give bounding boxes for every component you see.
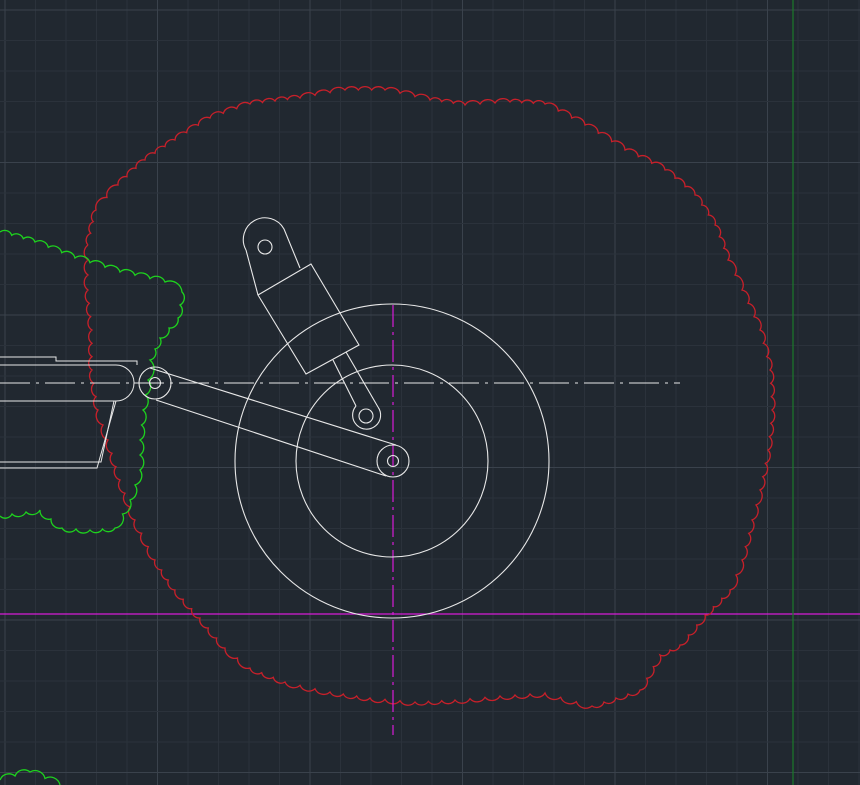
wheel-outer-circle[interactable] (234, 303, 550, 619)
cad-model-space[interactable] (0, 0, 860, 785)
drawing-canvas[interactable] (0, 0, 860, 785)
shock-absorber[interactable] (242, 217, 382, 430)
frame-rail[interactable] (0, 356, 138, 469)
drawing-grid (0, 0, 860, 785)
